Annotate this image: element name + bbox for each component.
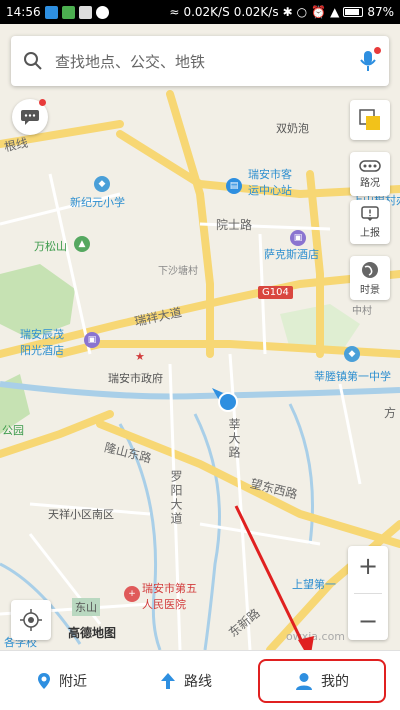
school-icon: ◆	[344, 346, 360, 362]
layers-icon	[359, 109, 380, 130]
search-placeholder[interactable]: 查找地点、公交、地铁	[55, 51, 359, 72]
globe-icon	[362, 261, 378, 278]
user-icon	[296, 672, 312, 690]
government-icon: ★	[135, 350, 145, 363]
street-view-label: 时景	[360, 284, 380, 296]
tab-mine-label: 我的	[321, 673, 349, 690]
map-label: 下沙塘村	[158, 266, 198, 277]
map-label: 新纪元小学	[70, 196, 125, 209]
traffic-button[interactable]: 路况	[350, 152, 390, 196]
signal-icon: ▲	[330, 5, 340, 19]
notification-dot	[374, 47, 381, 54]
map-label: 萨克斯酒店	[264, 248, 319, 261]
map-label: 人民医院	[142, 598, 186, 611]
map-label: 万松山	[34, 240, 67, 253]
bottom-nav: 附近 路线 我的	[0, 650, 400, 710]
message-icon	[21, 110, 39, 125]
tab-nearby[interactable]: 附近	[0, 651, 124, 710]
locate-icon	[20, 609, 42, 631]
net-speed: 0.02K/s	[233, 5, 279, 19]
road-label: 罗阳大道	[169, 470, 183, 526]
road-label: 院士路	[216, 218, 253, 232]
map-label: 中村	[352, 306, 372, 317]
app-notification-icon	[44, 5, 58, 19]
battery-level: 87%	[367, 5, 394, 19]
map-label: 瑞安辰茂	[20, 328, 64, 341]
map-view[interactable]: 双奶泡 根线 ◆ 新纪元小学 ▤ 瑞安市客 运中心站 上山根村办 万松山 ▲ 院…	[0, 24, 400, 650]
notification-dot	[39, 99, 46, 106]
map-label: 瑞安市客	[248, 168, 292, 181]
road-label: 方	[384, 406, 397, 420]
layers-button[interactable]	[350, 100, 390, 140]
tab-mine[interactable]: 我的	[258, 658, 386, 703]
report-icon	[361, 205, 379, 221]
app-notification-icon	[78, 5, 92, 19]
school-icon: ◆	[94, 176, 110, 192]
message-button[interactable]	[12, 99, 48, 135]
locate-button[interactable]	[11, 600, 51, 640]
wifi-icon: ○	[296, 5, 308, 19]
current-location-icon	[212, 388, 238, 412]
route-arrow-icon	[161, 672, 175, 689]
app-notification-icon	[61, 5, 75, 19]
battery-icon	[343, 7, 364, 17]
divider	[354, 592, 382, 594]
hospital-icon: +	[124, 586, 140, 602]
highway-shield: G104	[258, 286, 293, 299]
traffic-icon	[359, 159, 381, 172]
zoom-control: + −	[348, 546, 388, 640]
net-speed: 0.02K/S	[183, 5, 230, 19]
zoom-in-button[interactable]: +	[358, 554, 378, 578]
traffic-label: 路况	[360, 177, 380, 189]
annotation-arrow	[234, 505, 314, 650]
search-icon	[24, 52, 42, 70]
hotel-icon: ▣	[290, 230, 306, 246]
map-label: 莘塍镇第一中学	[314, 370, 391, 383]
map-label: 瑞安市政府	[108, 372, 163, 385]
amap-logo: 高德地图	[68, 626, 117, 640]
map-label: 天祥小区南区	[48, 508, 114, 521]
tab-route-label: 路线	[184, 673, 212, 690]
map-label: 公园	[2, 424, 24, 437]
road-label: 莘大路	[227, 418, 241, 460]
bluetooth-icon: ✱	[282, 5, 293, 19]
mountain-icon: ▲	[74, 236, 90, 252]
river	[193, 413, 221, 650]
voice-search-button[interactable]	[359, 47, 381, 73]
map-label: 阳光酒店	[20, 344, 64, 357]
qq-icon	[95, 5, 109, 19]
tab-route[interactable]: 路线	[124, 651, 248, 710]
tab-nearby-label: 附近	[59, 673, 87, 690]
search-bar[interactable]: 查找地点、公交、地铁	[11, 36, 389, 86]
street-view-button[interactable]: 时景	[350, 256, 390, 300]
report-button[interactable]: 上报	[350, 200, 390, 244]
map-label: 双奶泡	[276, 122, 309, 135]
wifi-icon: ≈	[169, 5, 180, 19]
location-pin-icon	[38, 672, 50, 689]
zoom-out-button[interactable]: −	[358, 609, 378, 633]
map-label: 瑞安市第五	[142, 582, 197, 595]
status-bar: 14:56 ≈ 0.02K/S 0.02K/s ✱ ○ ⏰ ▲ 87%	[0, 0, 400, 24]
status-time: 14:56	[6, 5, 41, 19]
report-label: 上报	[360, 227, 380, 239]
map-label: 东山	[72, 598, 100, 616]
bus-stop-icon: ▤	[226, 178, 242, 194]
alarm-icon: ⏰	[311, 5, 327, 19]
map-label: 运中心站	[248, 184, 292, 197]
hotel-icon: ▣	[84, 332, 100, 348]
